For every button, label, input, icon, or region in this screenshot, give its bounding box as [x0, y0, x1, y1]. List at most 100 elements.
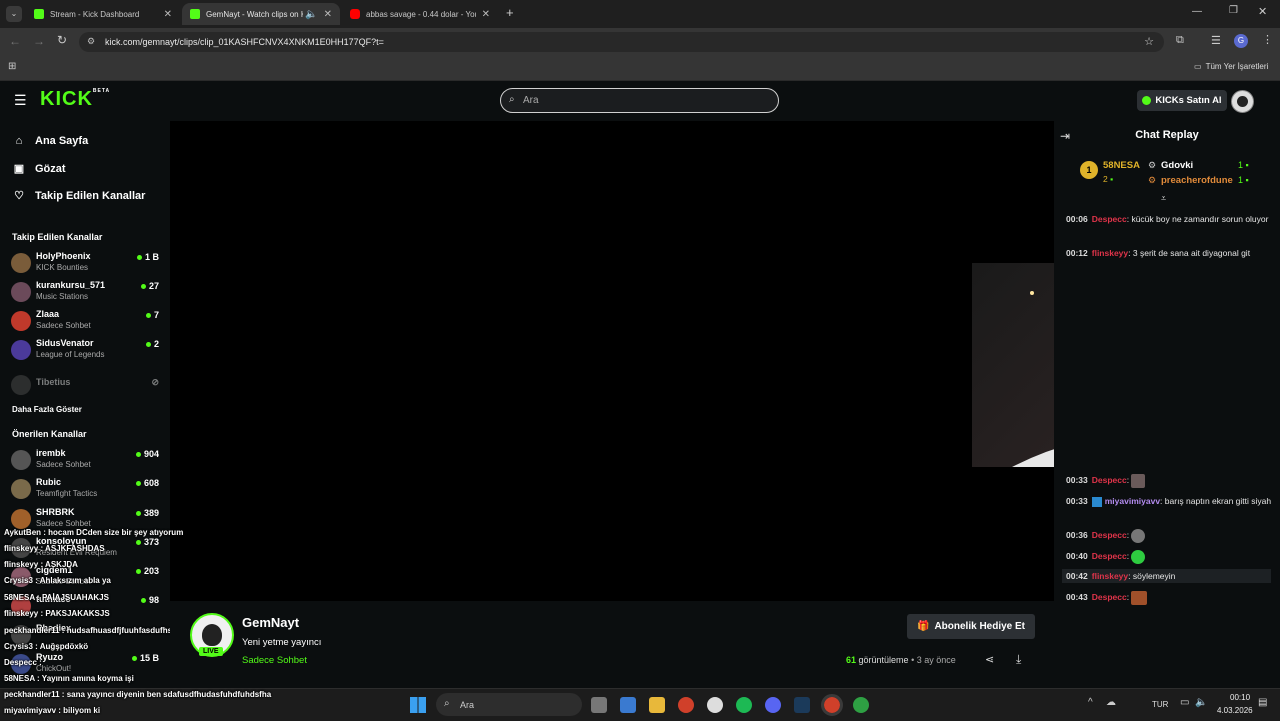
overlay-chat-line: peckhandler11 : hudsafhuasdfjfuuhfasdufh… — [4, 626, 173, 635]
chat-timestamp: 00:33 — [1066, 496, 1088, 506]
close-window-button[interactable]: ✕ — [1258, 5, 1267, 18]
chat-username[interactable]: Despecc — [1092, 592, 1127, 602]
channel-name: Zlaaa — [36, 309, 60, 319]
taskbar-search[interactable]: ⌕ Ara — [436, 693, 582, 716]
viewer-count-text: 389 — [143, 508, 159, 518]
chat-username[interactable]: flinskeyy — [1092, 571, 1128, 581]
sidebar-channel-rubic[interactable]: Rubic Teamfight Tactics 608 — [11, 477, 161, 503]
stream-title: Yeni yetme yayıncı — [242, 637, 322, 648]
reload-icon[interactable]: ↻ — [57, 33, 67, 47]
gift-icon: 🎁 — [916, 621, 930, 632]
sidebar-channel-tibetius[interactable]: Tibetius ⊘ — [11, 373, 161, 399]
chat-username[interactable]: flinskeyy — [1092, 248, 1128, 258]
apps-grid-icon[interactable]: ⊞ — [8, 61, 16, 72]
task-view-icon[interactable] — [591, 697, 607, 713]
forward-arrow-icon[interactable]: → — [33, 34, 45, 48]
avatar — [11, 253, 31, 273]
avatar — [11, 340, 31, 360]
gift-leaderboard: 1 58NESA 2 ▪ ⚙ Gdovki 1 ▪ ⚙ preacherofdu… — [1064, 157, 1270, 193]
chat-username[interactable]: Despecc — [1092, 530, 1127, 540]
discord-icon[interactable] — [765, 697, 781, 713]
windows-start-icon[interactable] — [410, 697, 426, 713]
site-info-icon[interactable]: ⚙ — [87, 36, 95, 47]
steam-icon[interactable] — [794, 697, 810, 713]
viewer-count-text: 1 B — [144, 252, 159, 262]
close-tab-icon[interactable]: ✕ — [324, 9, 332, 20]
browser-tab-kick-dashboard[interactable]: Stream - Kick Dashboard ✕ — [26, 3, 180, 25]
github-icon[interactable] — [707, 697, 723, 713]
leaderboard-third-name: preacherofdune — [1161, 175, 1233, 186]
profile-avatar[interactable]: G — [1234, 34, 1248, 48]
bookmark-star-icon[interactable]: ☆ — [1144, 35, 1154, 48]
language-indicator[interactable]: TUR — [1152, 700, 1168, 709]
network-icon[interactable]: ▭ — [1180, 697, 1189, 708]
close-tab-icon[interactable]: ✕ — [164, 9, 172, 20]
xbox-icon[interactable] — [853, 697, 869, 713]
kick-logo[interactable]: KICKBETA — [40, 88, 110, 111]
nav-following[interactable]: ♡ Takip Edilen Kanallar — [12, 189, 145, 203]
chrome-icon[interactable] — [678, 697, 694, 713]
chat-username[interactable]: Despecc — [1092, 475, 1127, 485]
offline-icon: ⊘ — [151, 377, 159, 387]
chat-username[interactable]: Despecc — [1092, 214, 1127, 224]
chat-message: 00:43 Despecc: — [1066, 590, 1272, 605]
browser-tab-gemnayt-clip[interactable]: GemNayt - Watch clips on K 🔈 ✕ — [182, 3, 340, 25]
chat-text: kücük boy ne zamandır sorun oluyor — [1131, 214, 1269, 224]
overlay-chat-line: flinskeyy : ASJKFASHDAS — [4, 544, 105, 553]
avatar — [11, 311, 31, 331]
share-icon[interactable]: ⋖ — [985, 653, 994, 666]
channel-name: HolyPhoenix — [36, 251, 91, 261]
notification-icon[interactable]: ▤ — [1258, 697, 1267, 708]
spotify-icon[interactable] — [736, 697, 752, 713]
download-icon[interactable]: ⤓ — [1016, 652, 1021, 667]
new-tab-button[interactable]: + — [506, 5, 514, 20]
chat-timestamp: 00:06 — [1066, 214, 1088, 224]
viewer-count-text: 904 — [143, 449, 159, 459]
tray-cloud-icon[interactable]: ☁ — [1106, 697, 1116, 708]
channel-name[interactable]: GemNayt — [242, 615, 299, 630]
maximize-window-button[interactable]: ❐ — [1229, 5, 1238, 16]
nav-browse[interactable]: ▣ Gözat — [12, 162, 66, 176]
expand-leaderboard-icon[interactable]: ⩡ — [1161, 193, 1166, 204]
tray-chevron-icon[interactable]: ^ — [1088, 697, 1093, 708]
chat-username[interactable]: miyavimiyavv — [1105, 496, 1160, 506]
channel-name: Tibetius — [36, 377, 71, 387]
speaker-icon[interactable]: 🔈 — [305, 9, 317, 20]
close-tab-icon[interactable]: ✕ — [482, 9, 490, 20]
address-bar[interactable]: ⚙ kick.com/gemnayt/clips/clip_01KASHFCNV… — [79, 32, 1164, 52]
chat-timestamp: 00:42 — [1066, 571, 1088, 581]
sidebar-channel-holyphoenix[interactable]: HolyPhoenix KICK Bounties 1 B — [11, 251, 161, 277]
search-input[interactable]: ⌕ Ara — [500, 88, 779, 113]
user-avatar[interactable] — [1231, 90, 1254, 113]
all-bookmarks-folder[interactable]: ▭ Tüm Yer İşaretleri — [1194, 62, 1268, 71]
sidebar-channel-kurankursu[interactable]: kurankursu_571 Music Stations 27 — [11, 280, 161, 306]
minimize-window-button[interactable]: — — [1192, 6, 1202, 17]
gift-subscription-button[interactable]: 🎁 Abonelik Hediye Et — [907, 614, 1035, 639]
chrome-active-icon[interactable] — [821, 694, 843, 716]
tab-search-button[interactable]: ⌄ — [6, 6, 22, 22]
stream-category[interactable]: Sadece Sohbet — [242, 655, 307, 666]
show-more-link[interactable]: Daha Fazla Göster — [12, 405, 82, 414]
viewer-count: 373 — [135, 537, 159, 547]
browser-menu-icon[interactable]: ⋮ — [1262, 33, 1273, 46]
sidebar-channel-sidusvenator[interactable]: SidusVenator League of Legends 2 — [11, 338, 161, 364]
file-explorer-icon[interactable] — [649, 697, 665, 713]
browser-tab-strip: ⌄ Stream - Kick Dashboard ✕ GemNayt - Wa… — [0, 0, 1280, 28]
volume-icon[interactable]: 🔈 — [1195, 697, 1207, 708]
sidebar-channel-zlaaa[interactable]: Zlaaa Sadece Sohbet 7 — [11, 309, 161, 335]
nav-home[interactable]: ⌂ Ana Sayfa — [12, 135, 89, 147]
store-icon[interactable] — [620, 697, 636, 713]
back-arrow-icon[interactable]: ← — [9, 34, 21, 48]
reading-list-icon[interactable]: ☰ — [1211, 34, 1221, 47]
browser-tab-youtube[interactable]: abbas savage - 0.44 dolar - You ✕ — [342, 3, 498, 25]
hamburger-menu-icon[interactable]: ☰ — [14, 92, 27, 109]
video-player[interactable] — [170, 121, 1054, 601]
rank-1-medal-icon: 1 — [1080, 161, 1098, 179]
rank-2-icon: ⚙ — [1148, 160, 1157, 170]
clock-date[interactable]: 4.03.2026 — [1217, 706, 1253, 715]
sidebar-channel-irembk[interactable]: irembk Sadece Sohbet 904 — [11, 448, 161, 474]
buy-kicks-button[interactable]: KICKs Satın Al — [1137, 90, 1227, 111]
clock-time[interactable]: 00:10 — [1230, 693, 1250, 702]
chat-username[interactable]: Despecc — [1092, 551, 1127, 561]
extensions-icon[interactable]: ⧉ — [1176, 34, 1184, 47]
